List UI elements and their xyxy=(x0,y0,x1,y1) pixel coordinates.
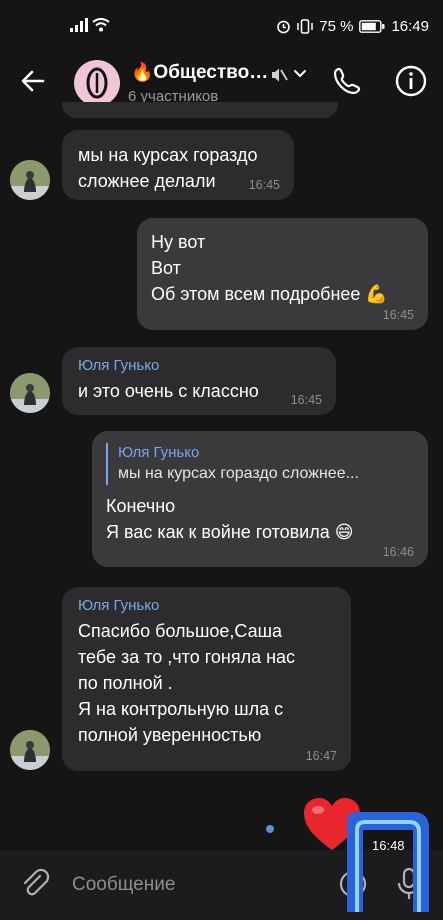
chat-title[interactable]: 🔥Общество… xyxy=(131,62,268,84)
message-time: 16:45 xyxy=(382,308,414,322)
phone-icon xyxy=(333,67,361,95)
info-icon xyxy=(395,65,427,97)
sender-name[interactable]: Юля Гунько xyxy=(78,597,335,614)
message-time: 16:45 xyxy=(290,393,322,407)
message-bubble-outgoing[interactable]: Ну вот Вот Об этом всем подробнее 💪 16:4… xyxy=(137,218,428,330)
message-time: 16:47 xyxy=(305,749,337,763)
message-bubble[interactable]: Юля Гунько и это очень с классно 16:45 xyxy=(62,347,336,415)
status-time: 16:49 xyxy=(391,18,429,35)
message-text: Конечно Я вас как к войне готовила 😄 xyxy=(106,496,354,542)
group-avatar-image xyxy=(86,67,108,99)
status-bar: 75 % 16:49 xyxy=(0,0,443,52)
sender-name[interactable]: Юля Гунько xyxy=(78,357,320,374)
avatar[interactable] xyxy=(10,160,50,200)
avatar[interactable] xyxy=(10,730,50,770)
status-right: 75 % 16:49 xyxy=(276,18,429,35)
avatar-photo xyxy=(10,373,50,413)
vibrate-icon xyxy=(297,19,313,34)
scroll-indicator xyxy=(266,825,274,833)
alarm-icon xyxy=(277,20,291,34)
info-button[interactable] xyxy=(394,64,428,98)
reply-sender-name: Юля Гунько xyxy=(118,444,200,461)
attach-button[interactable] xyxy=(18,867,52,901)
message-input[interactable] xyxy=(70,868,314,902)
group-avatar[interactable] xyxy=(74,60,120,106)
reply-quote[interactable]: Юля Гунько мы на курсах гораздо сложнее.… xyxy=(106,443,414,485)
app-logo-watermark-icon xyxy=(347,812,429,912)
avatar-photo xyxy=(10,160,50,200)
avatar-photo xyxy=(10,730,50,770)
message-bubble-outgoing[interactable]: Юля Гунько мы на курсах гораздо сложнее.… xyxy=(92,431,428,567)
chat-title-text: Общество… xyxy=(153,62,269,83)
signal-icon xyxy=(70,18,88,32)
battery-icon xyxy=(359,20,385,33)
message-text: Ну вот Вот Об этом всем подробнее 💪 xyxy=(151,232,388,304)
wifi-icon xyxy=(92,18,110,32)
message-list[interactable]: мы на курсах гораздо сложнее делали 16:4… xyxy=(0,102,443,850)
message-bubble[interactable]: мы на курсах гораздо сложнее делали 16:4… xyxy=(62,130,294,200)
message-bubble-partial xyxy=(62,102,338,118)
reply-text: мы на курсах гораздо сложнее... xyxy=(118,465,359,482)
fire-emoji: 🔥 xyxy=(131,62,154,82)
chevron-down-icon[interactable] xyxy=(293,68,307,80)
paperclip-icon xyxy=(23,868,50,896)
battery-percent: 75 % xyxy=(319,18,354,35)
muted-icon xyxy=(272,68,288,82)
message-time: 16:45 xyxy=(248,178,280,192)
avatar[interactable] xyxy=(10,373,50,413)
status-left xyxy=(70,18,110,32)
arrow-left-icon xyxy=(21,70,45,92)
message-time: 16:46 xyxy=(382,545,414,559)
message-bubble[interactable]: Юля Гунько Спасибо большое,Саша тебе за … xyxy=(62,587,351,771)
call-button[interactable] xyxy=(330,64,364,98)
overlay-time: 16:48 xyxy=(372,838,405,853)
message-text: и это очень с классно xyxy=(78,381,259,401)
message-text: Спасибо большое,Саша тебе за то ,что гон… xyxy=(78,621,296,745)
back-button[interactable] xyxy=(16,64,50,98)
